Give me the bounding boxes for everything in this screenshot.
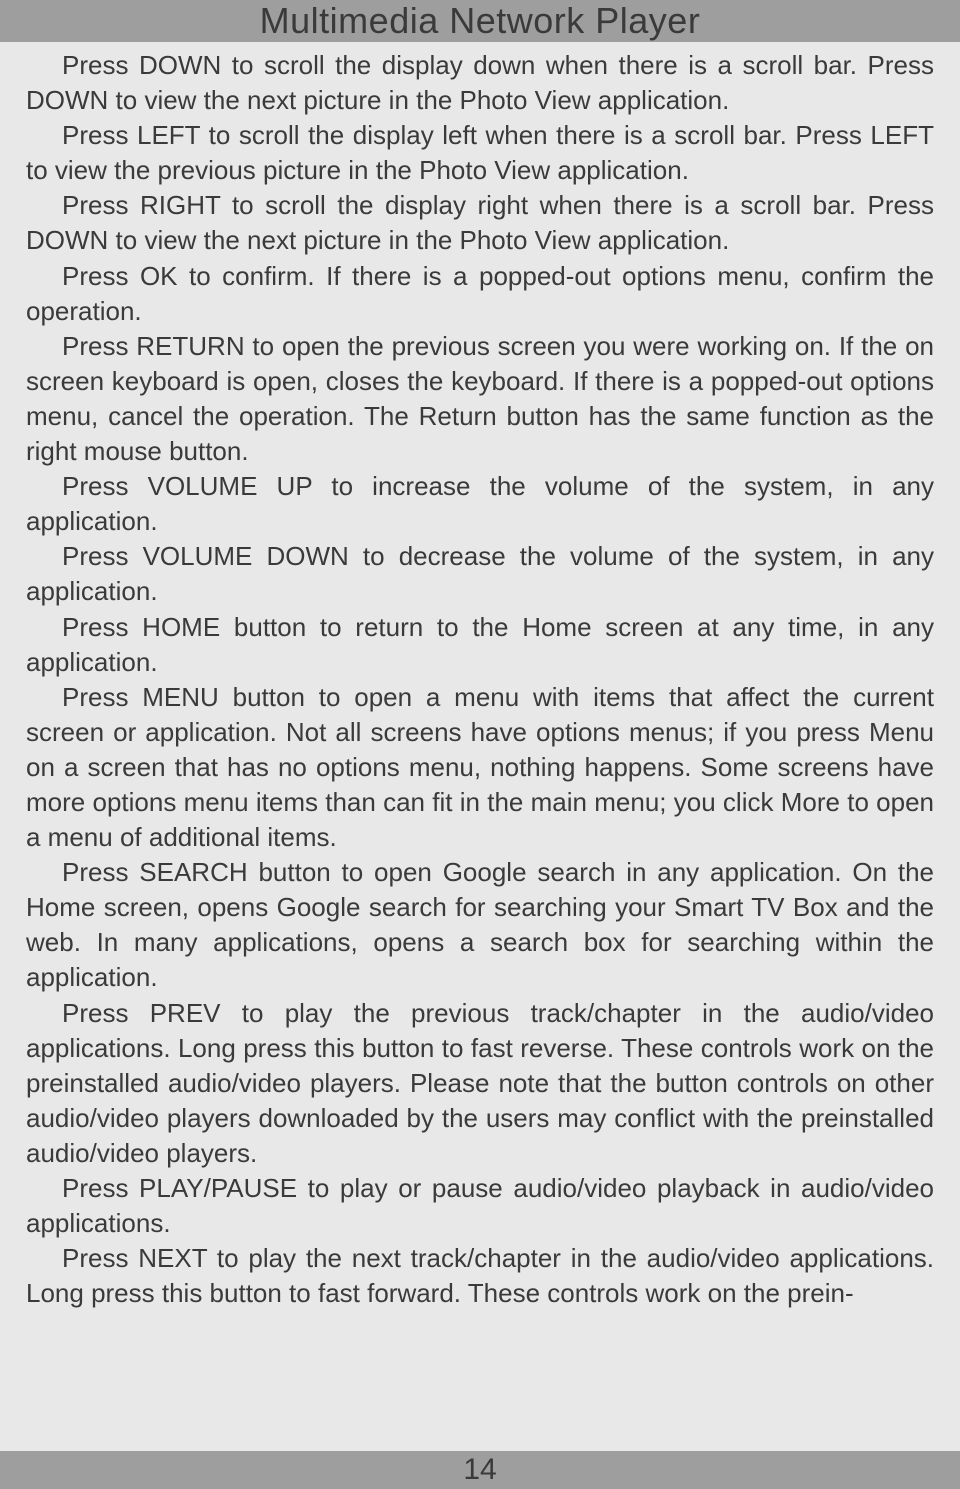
body-content: Press DOWN to scroll the display down wh…	[0, 42, 960, 1311]
paragraph: Press VOLUME UP to increase the volume o…	[26, 469, 934, 539]
paragraph: Press LEFT to scroll the display left wh…	[26, 118, 934, 188]
footer-bar: 14	[0, 1451, 960, 1489]
page-title: Multimedia Network Player	[260, 0, 701, 42]
paragraph: Press SEARCH button to open Google searc…	[26, 855, 934, 995]
paragraph: Press PLAY/PAUSE to play or pause audio/…	[26, 1171, 934, 1241]
header-bar: Multimedia Network Player	[0, 0, 960, 42]
paragraph: Press OK to confirm. If there is a poppe…	[26, 259, 934, 329]
paragraph: Press HOME button to return to the Home …	[26, 610, 934, 680]
paragraph: Press VOLUME DOWN to decrease the volume…	[26, 539, 934, 609]
paragraph: Press NEXT to play the next track/chapte…	[26, 1241, 934, 1311]
paragraph: Press PREV to play the previous track/ch…	[26, 996, 934, 1171]
paragraph: Press MENU button to open a menu with it…	[26, 680, 934, 855]
paragraph: Press DOWN to scroll the display down wh…	[26, 48, 934, 118]
page-number: 14	[463, 1453, 496, 1487]
paragraph: Press RETURN to open the previous screen…	[26, 329, 934, 469]
paragraph: Press RIGHT to scroll the display right …	[26, 188, 934, 258]
